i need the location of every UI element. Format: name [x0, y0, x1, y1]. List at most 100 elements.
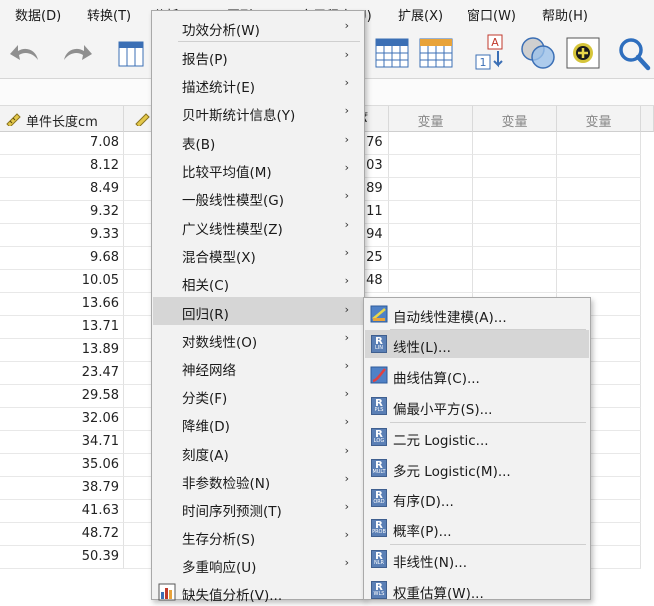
grid-cell[interactable] [389, 224, 473, 247]
regression-menu-item[interactable]: R ORD 有序(D)... [365, 484, 589, 512]
regression-menu-item[interactable]: R NLR 非线性(N)... [365, 545, 589, 573]
analyze-menu-item[interactable]: 贝叶斯统计信息(Y) › [153, 98, 363, 126]
grid-cell[interactable] [473, 155, 557, 178]
grid-cell[interactable]: 35.06 [0, 454, 124, 477]
grid-cell[interactable] [557, 247, 641, 270]
grid-cell[interactable] [473, 270, 557, 293]
menu-extensions[interactable]: 扩展(X) [398, 5, 443, 24]
analyze-menu-item[interactable]: 广义线性模型(Z) › [153, 212, 363, 240]
grid-cell[interactable] [557, 178, 641, 201]
analyze-menu-item[interactable]: 非参数检验(N) › [153, 466, 363, 494]
analyze-menu-item[interactable]: 回归(R) › [153, 297, 363, 325]
submenu-arrow-icon: › [344, 444, 349, 457]
grid-cell[interactable] [557, 155, 641, 178]
analyze-menu-item[interactable]: 降维(D) › [153, 409, 363, 437]
grid-cell[interactable]: 9.68 [0, 247, 124, 270]
goto-case-icon[interactable] [117, 36, 147, 70]
analyze-menu-item[interactable]: 相关(C) › [153, 268, 363, 296]
insert-variable-icon[interactable] [564, 34, 604, 72]
variable-view-icon[interactable] [418, 35, 454, 69]
column-header-var[interactable]: 变量 [473, 106, 557, 132]
undo-icon[interactable] [8, 38, 46, 68]
analyze-menu-item[interactable]: 缺失值分析(V)... [153, 578, 363, 606]
menu-item-label: 描述统计(E) [182, 80, 256, 96]
analyze-menu-item[interactable]: 多重响应(U) › [153, 550, 363, 578]
analyze-menu-item[interactable]: 时间序列预测(T) › [153, 494, 363, 522]
scale-variable-icon [135, 113, 150, 126]
r-badge: NLR [374, 560, 384, 566]
analyze-menu-item[interactable]: 描述统计(E) › [153, 70, 363, 98]
analyze-menu-item[interactable]: 比较平均值(M) › [153, 155, 363, 183]
grid-cell[interactable]: 8.49 [0, 178, 124, 201]
grid-cell[interactable]: 32.06 [0, 408, 124, 431]
regression-menu-item[interactable]: 曲线估算(C)... [365, 361, 589, 389]
grid-cell[interactable]: 48.72 [0, 523, 124, 546]
analyze-menu-item[interactable]: 报告(P) › [153, 42, 363, 70]
grid-cell[interactable] [389, 178, 473, 201]
column-header-var[interactable] [641, 106, 654, 132]
column-header-var[interactable]: 变量 [389, 106, 473, 132]
menu-help[interactable]: 帮助(H) [542, 5, 588, 24]
grid-cell[interactable]: 38.79 [0, 477, 124, 500]
menu-transform[interactable]: 转换(T) [87, 5, 131, 24]
regression-menu-item[interactable]: R LOG 二元 Logistic... [365, 423, 589, 451]
grid-cell[interactable]: 8.12 [0, 155, 124, 178]
grid-cell[interactable] [557, 201, 641, 224]
grid-cell[interactable] [557, 270, 641, 293]
grid-cell[interactable]: 9.32 [0, 201, 124, 224]
data-view-icon[interactable] [374, 35, 410, 69]
menu-data[interactable]: 数据(D) [15, 5, 61, 24]
grid-cell[interactable]: 50.39 [0, 546, 124, 569]
regression-menu-item[interactable]: R LIN 线性(L)... [365, 330, 589, 358]
analyze-menu-item[interactable]: 对数线性(O) › [153, 325, 363, 353]
grid-cell[interactable]: 23.47 [0, 362, 124, 385]
grid-cell[interactable] [389, 247, 473, 270]
grid-cell[interactable]: 13.71 [0, 316, 124, 339]
grid-cell[interactable] [557, 224, 641, 247]
grid-cell[interactable] [473, 224, 557, 247]
analyze-menu-item[interactable]: 功效分析(W) › [153, 13, 363, 41]
r-mult-icon: R MULT [371, 459, 387, 477]
grid-cell[interactable] [473, 178, 557, 201]
grid-cell[interactable] [557, 132, 641, 155]
menu-window[interactable]: 窗口(W) [467, 5, 516, 24]
select-cases-icon[interactable] [518, 34, 558, 72]
grid-cell[interactable] [473, 132, 557, 155]
grid-cell[interactable] [389, 201, 473, 224]
regression-menu-item[interactable]: R PLS 偏最小平方(S)... [365, 392, 589, 420]
grid-cell[interactable] [389, 270, 473, 293]
analyze-menu-item[interactable]: 一般线性模型(G) › [153, 183, 363, 211]
regression-menu-item[interactable]: R PROB 概率(P)... [365, 514, 589, 542]
sort-cases-icon[interactable]: A 1 [472, 33, 514, 73]
scale-variable-icon [6, 113, 21, 126]
column-header-var[interactable]: 变量 [557, 106, 641, 132]
redo-icon[interactable] [58, 38, 96, 68]
analyze-menu-item[interactable]: 分类(F) › [153, 381, 363, 409]
grid-cell[interactable]: 41.63 [0, 500, 124, 523]
r-nlr-icon: R NLR [371, 550, 387, 568]
grid-cell[interactable] [389, 132, 473, 155]
search-icon[interactable] [614, 34, 654, 72]
grid-cell[interactable] [473, 201, 557, 224]
analyze-menu-item[interactable]: 生存分析(S) › [153, 522, 363, 550]
grid-cell[interactable]: 10.05 [0, 270, 124, 293]
analyze-menu-item[interactable]: 混合模型(X) › [153, 240, 363, 268]
grid-cell[interactable] [473, 247, 557, 270]
menu-item-label: 非参数检验(N) [182, 476, 271, 492]
regression-menu-item[interactable]: R MULT 多元 Logistic(M)... [365, 454, 589, 482]
grid-cell[interactable]: 9.33 [0, 224, 124, 247]
grid-cell[interactable]: 29.58 [0, 385, 124, 408]
r-wls-icon: R WLS [371, 581, 387, 599]
analyze-menu-item[interactable]: 刻度(A) › [153, 438, 363, 466]
column-header-length[interactable]: 单件长度cm [0, 106, 124, 132]
svg-text:A: A [491, 36, 499, 49]
grid-cell[interactable] [389, 155, 473, 178]
analyze-menu-item[interactable]: 表(B) › [153, 127, 363, 155]
r-badge: WLS [373, 591, 385, 597]
grid-cell[interactable]: 34.71 [0, 431, 124, 454]
grid-cell[interactable]: 13.89 [0, 339, 124, 362]
regression-menu-item[interactable]: 自动线性建模(A)... [365, 300, 589, 328]
analyze-menu-item[interactable]: 神经网络 › [153, 353, 363, 381]
grid-cell[interactable]: 13.66 [0, 293, 124, 316]
grid-cell[interactable]: 7.08 [0, 132, 124, 155]
